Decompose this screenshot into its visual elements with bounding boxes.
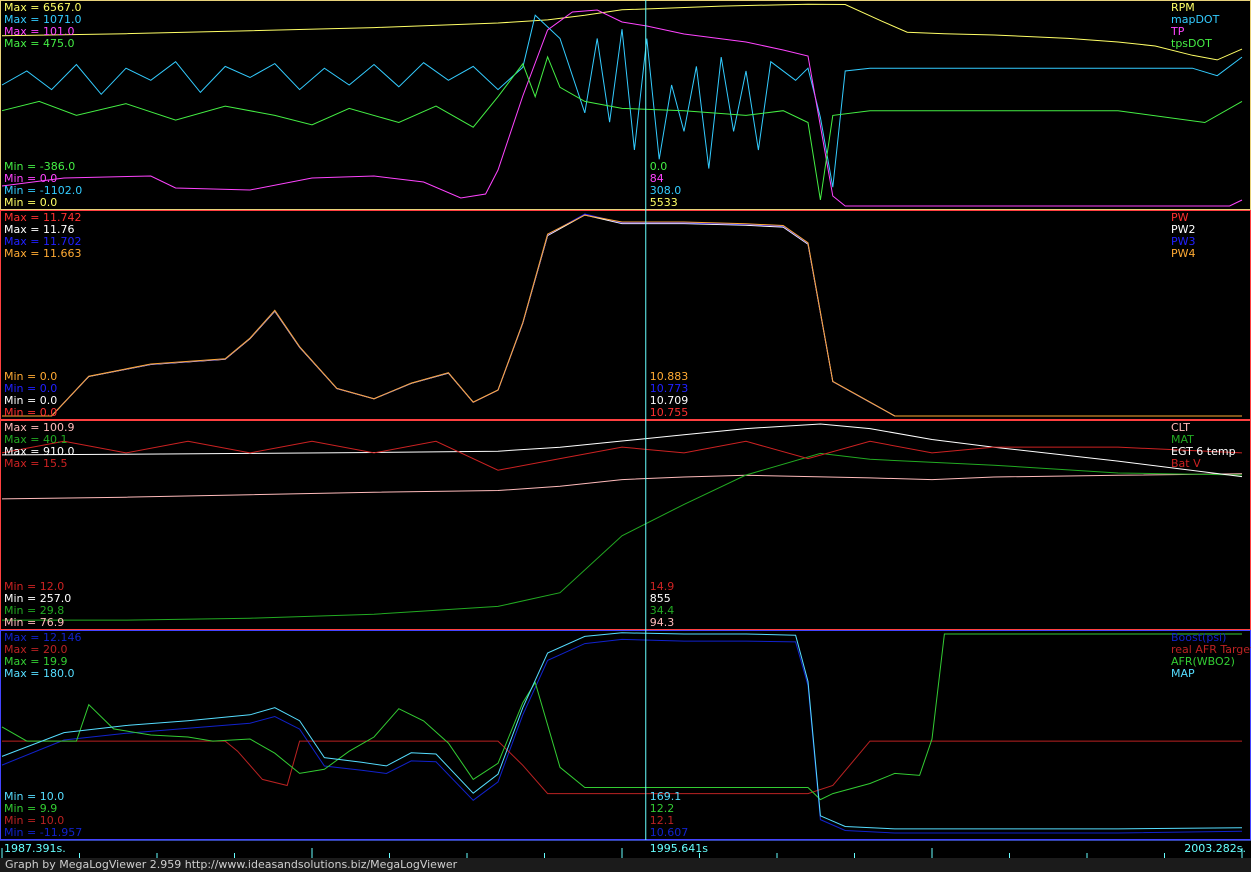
min-label: Min = 10.0	[4, 790, 64, 803]
cursor-value: 169.1	[650, 790, 682, 803]
min-label: Min = -1102.0	[4, 184, 82, 197]
min-label: Min = 0.0	[4, 172, 57, 185]
cursor-value: 5533	[650, 196, 678, 209]
cursor-value: 308.0	[650, 184, 682, 197]
min-label: Min = 12.0	[4, 580, 64, 593]
cursor-value: 10.709	[650, 394, 689, 407]
time-axis-bar	[0, 840, 1251, 858]
max-label: Max = 15.5	[4, 457, 67, 470]
cursor-value: 10.883	[650, 370, 689, 383]
min-label: Min = 0.0	[4, 394, 57, 407]
min-label: Min = 0.0	[4, 382, 57, 395]
min-label: Min = 0.0	[4, 406, 57, 419]
min-label: Min = 0.0	[4, 196, 57, 209]
time-axis-end-label: 2003.282s.	[1184, 842, 1246, 855]
cursor-value: 10.773	[650, 382, 689, 395]
cursor-value: 10.755	[650, 406, 689, 419]
min-label: Min = 9.9	[4, 802, 57, 815]
max-label: Max = 180.0	[4, 667, 74, 680]
legend-label-tpsdot: tpsDOT	[1171, 37, 1212, 50]
min-label: Min = -386.0	[4, 160, 75, 173]
min-label: Min = 76.9	[4, 616, 64, 629]
max-label: Max = 475.0	[4, 37, 74, 50]
min-label: Min = 10.0	[4, 814, 64, 827]
legend-label-bat-v: Bat V	[1171, 457, 1201, 470]
min-label: Min = -11.957	[4, 826, 82, 839]
cursor-value: 34.4	[650, 604, 675, 617]
min-label: Min = 29.8	[4, 604, 64, 617]
max-label: Max = 11.663	[4, 247, 81, 260]
time-axis-cursor-label: 1995.641s	[650, 842, 708, 855]
megalogviewer-graph[interactable]: RPMmapDOTTPtpsDOTMax = 6567.0Max = 1071.…	[0, 0, 1251, 872]
footer-credit: Graph by MegaLogViewer 2.959 http://www.…	[0, 858, 1251, 872]
legend-label-map: MAP	[1171, 667, 1195, 680]
cursor-value: 855	[650, 592, 671, 605]
time-axis-start-label: 1987.391s.	[4, 842, 66, 855]
min-label: Min = 257.0	[4, 592, 71, 605]
cursor-value: 84	[650, 172, 664, 185]
min-label: Min = 0.0	[4, 370, 57, 383]
cursor-value: 94.3	[650, 616, 675, 629]
cursor-value: 10.607	[650, 826, 689, 839]
legend-label-pw4: PW4	[1171, 247, 1196, 260]
cursor-value: 0.0	[650, 160, 668, 173]
cursor-value: 14.9	[650, 580, 675, 593]
cursor-value: 12.2	[650, 802, 675, 815]
cursor-value: 12.1	[650, 814, 675, 827]
